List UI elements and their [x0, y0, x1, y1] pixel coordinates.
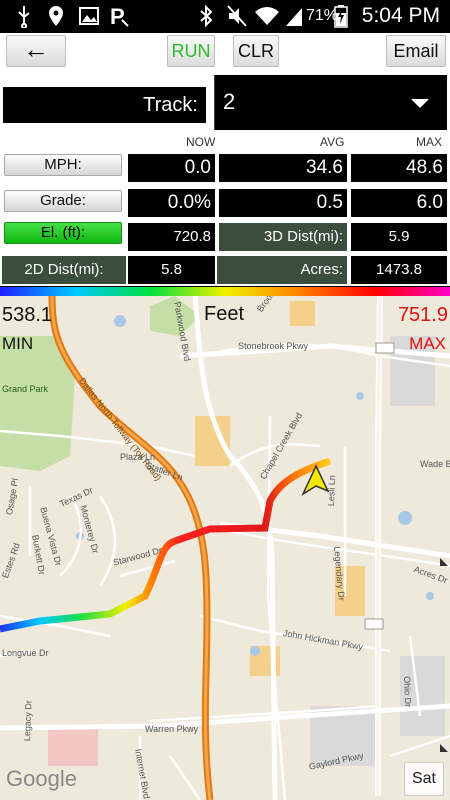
status-bar: P 71% 5:04 PM: [0, 0, 450, 33]
building-area: [48, 726, 98, 766]
road-label: Warren Pkwy: [145, 724, 199, 734]
road-label: Ohio Dr: [402, 676, 414, 708]
track-label: Track:: [3, 87, 206, 123]
water-area: [426, 592, 434, 600]
image-icon: [79, 7, 99, 25]
water-area: [356, 392, 364, 400]
elevation-max-value: 751.9: [397, 304, 448, 326]
battery-charging-icon: [334, 5, 348, 28]
dist3d-label: 3D Dist(mi):: [219, 223, 347, 251]
parking-icon: P: [110, 4, 129, 28]
col-header-avg: AVG: [320, 135, 345, 149]
mph-now-value: 0.0: [128, 154, 215, 182]
road-label: Grand Park: [2, 384, 49, 394]
back-button[interactable]: ←: [6, 35, 66, 67]
location-icon: [49, 6, 63, 26]
col-header-max: MAX: [416, 135, 443, 149]
toolbar: ← RUN CLR Email: [0, 33, 450, 71]
water-area: [114, 315, 126, 327]
water-area: [250, 646, 260, 656]
google-logo: Google: [6, 766, 77, 791]
dist2d-label: 2D Dist(mi):: [2, 256, 126, 284]
track-selected-value: 2: [223, 89, 236, 114]
map-arrow-icon: [440, 558, 448, 566]
elevation-min-label: MIN: [2, 334, 34, 353]
bluetooth-icon: [200, 4, 213, 28]
wifi-icon: [255, 7, 279, 25]
mph-button[interactable]: MPH:: [4, 154, 122, 176]
mute-icon: [227, 5, 247, 27]
road-label: Legacy Dr: [22, 699, 34, 742]
map-arrow-icon: [440, 744, 448, 752]
elevation-button[interactable]: El. (ft):: [4, 222, 122, 244]
highway-shield: [364, 618, 384, 630]
building-area: [290, 301, 315, 326]
track-row: Track: 2: [0, 71, 450, 134]
stats-panel: NOW AVG MAX MPH: 0.0 34.6 48.6 Grade: 0.…: [0, 134, 450, 286]
usb-icon: [18, 6, 30, 28]
dist2d-value: 5.8: [128, 256, 215, 284]
acres-label: Acres:: [217, 256, 347, 284]
grade-now-value: 0.0%: [128, 189, 215, 217]
run-button[interactable]: RUN: [167, 35, 215, 67]
elevation-min-value: 538.1: [2, 304, 53, 326]
email-button[interactable]: Email: [386, 35, 446, 67]
elevation-max-label: MAX: [409, 334, 446, 353]
elevation-color-scale: [0, 287, 450, 296]
acres-value: 1473.8: [351, 256, 447, 284]
elevation-now-value: 720.8: [128, 223, 215, 251]
signal-icon: [286, 8, 302, 26]
clear-button[interactable]: CLR: [233, 35, 279, 67]
track-dropdown[interactable]: 2: [214, 75, 447, 130]
map-canvas: [0, 296, 450, 800]
grade-button[interactable]: Grade:: [4, 190, 122, 212]
dropdown-arrow-icon: [411, 99, 429, 108]
map-view[interactable]: Dallas North Tollway (Toll Road) Stonebr…: [0, 296, 450, 800]
road-label: Stonebrook Pkwy: [238, 341, 309, 351]
satellite-toggle-button[interactable]: Sat: [404, 762, 444, 796]
mph-max-value: 48.6: [351, 154, 447, 182]
elevation-unit-label: Feet: [204, 303, 245, 325]
col-header-now: NOW: [186, 135, 216, 149]
road-label: Lesli Ln: [326, 474, 338, 507]
highway-shield: [375, 342, 395, 354]
road-label: Wade Blvd: [420, 459, 450, 469]
grade-avg-value: 0.5: [219, 189, 347, 217]
dist3d-value: 5.9: [351, 223, 447, 251]
svg-text:P: P: [110, 4, 125, 28]
clock: 5:04 PM: [361, 4, 440, 27]
grade-max-value: 6.0: [351, 189, 447, 217]
mph-avg-value: 34.6: [219, 154, 347, 182]
road-label: Longvue Dr: [2, 648, 49, 658]
water-area: [398, 511, 412, 525]
